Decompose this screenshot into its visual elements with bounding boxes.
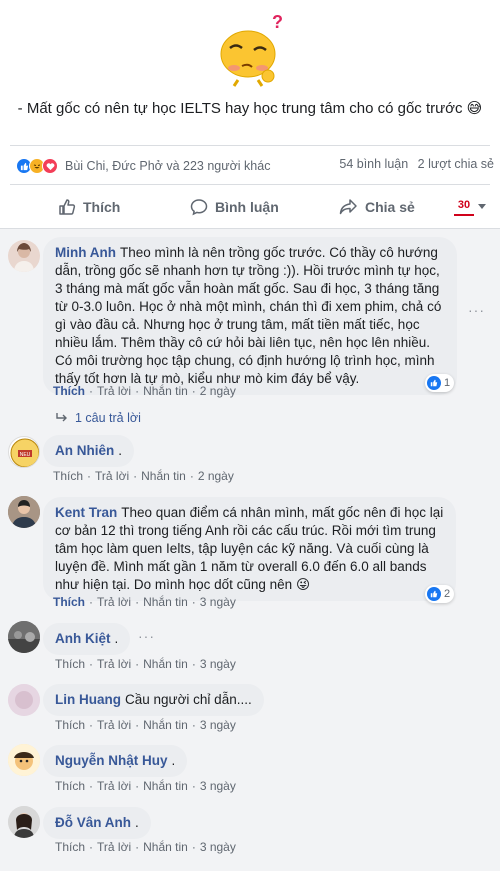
confused-emoji-icon: ? [220, 12, 283, 87]
comment-time[interactable]: 2 ngày [198, 469, 234, 483]
commenter-name[interactable]: Nguyễn Nhật Huy [55, 753, 168, 768]
like-reaction-icon [427, 587, 441, 601]
avatar[interactable] [8, 684, 40, 716]
avatar[interactable]: NEU [8, 436, 40, 468]
comment-text: . [135, 815, 139, 830]
avatar[interactable] [8, 621, 40, 653]
thumbs-up-icon [59, 199, 76, 215]
caret-down-icon [478, 203, 486, 209]
comment-like-link[interactable]: Thích [53, 469, 83, 483]
comment-meta: Thích · Trả lời · Nhắn tin · 3 ngày [55, 779, 236, 793]
comment-meta: Thích · Trả lời · Nhắn tin · 2 ngày [53, 384, 236, 398]
comment-button[interactable]: Bình luận [190, 194, 279, 220]
comment-time[interactable]: 3 ngày [200, 779, 236, 793]
view-replies-link[interactable]: 1 câu trả lời [55, 411, 141, 425]
divider [10, 145, 490, 146]
comment-like-link[interactable]: Thích [55, 779, 85, 793]
like-count-badge[interactable]: 2 [425, 585, 455, 603]
comment-reply-link[interactable]: Trả lời [97, 840, 131, 854]
divider [10, 184, 490, 185]
avatar[interactable] [8, 806, 40, 838]
comment-like-link[interactable]: Thích [53, 384, 85, 398]
avatar[interactable] [8, 496, 40, 528]
comment-message-link[interactable]: Nhắn tin [143, 657, 188, 671]
comment-bubble: Lin Huang Cầu người chỉ dẫn.... [43, 684, 264, 716]
like-button[interactable]: Thích [58, 194, 120, 220]
comment-reply-link[interactable]: Trả lời [97, 595, 131, 609]
reaction-summary[interactable]: Bùi Chi, Đức Phở và 223 người khác [16, 157, 270, 175]
more-dots-icon[interactable]: ··· [138, 628, 155, 644]
reply-arrow-icon [56, 413, 67, 422]
comment-like-link[interactable]: Thích [55, 657, 85, 671]
comment-meta: Thích · Trả lời · Nhắn tin · 2 ngày [53, 469, 234, 483]
comment-text: . [114, 631, 119, 646]
comment-like-link[interactable]: Thích [55, 718, 85, 732]
comment-bubble: Nguyễn Nhật Huy. [43, 745, 188, 777]
comment-like-link[interactable]: Thích [53, 595, 85, 609]
comment-text: Theo mình là nên trồng gốc trước. Có thầ… [55, 245, 442, 386]
comment-meta: Thích · Trả lời · Nhắn tin · 3 ngày [55, 657, 236, 671]
comment-text: . [171, 753, 176, 768]
more-dots-icon[interactable]: ··· [468, 302, 485, 318]
comment-like-link[interactable]: Thích [55, 840, 85, 854]
comment-time[interactable]: 3 ngày [200, 718, 236, 732]
reaction-names[interactable]: Bùi Chi, Đức Phở và 223 người khác [65, 159, 270, 173]
comment-bubble: Anh Kiệt. [43, 623, 131, 655]
replies-count: 1 câu trả lời [75, 411, 141, 425]
commenter-name[interactable]: Đỗ Vân Anh [55, 815, 131, 830]
like-count-badge[interactable]: 1 [425, 374, 455, 392]
share-icon [339, 199, 357, 215]
comment-reply-link[interactable]: Trả lời [97, 718, 131, 732]
comment-meta: Thích · Trả lời · Nhắn tin · 3 ngày [55, 718, 236, 732]
like-button-label: Thích [83, 199, 121, 215]
comment-icon [190, 199, 208, 216]
comment-button-label: Bình luận [215, 199, 279, 215]
comment-bubble: Đỗ Vân Anh. [43, 807, 151, 839]
comment-meta: Thích · Trả lời · Nhắn tin · 3 ngày [55, 840, 236, 854]
like-count: 1 [444, 377, 451, 389]
comment-message-link[interactable]: Nhắn tin [143, 384, 188, 398]
shares-count[interactable]: 2 lượt chia sẻ [418, 157, 494, 171]
comments-count[interactable]: 54 bình luận [339, 157, 408, 171]
like-reaction-icon [427, 376, 441, 390]
comment-reply-link[interactable]: Trả lời [97, 384, 131, 398]
comment-time[interactable]: 3 ngày [200, 840, 236, 854]
comment-text: . [118, 443, 123, 458]
page-logo: 30 [454, 196, 474, 216]
commenter-name[interactable]: Kent Tran [55, 505, 117, 520]
comment-bubble: Kent Tran Theo quan điểm cá nhân mình, mấ… [43, 497, 456, 601]
comment-message-link[interactable]: Nhắn tin [143, 840, 188, 854]
post-caption: - Mất gốc có nên tự học IELTS hay học tr… [17, 100, 483, 117]
action-bar: Thích Bình luận Chia sẻ 30 [0, 194, 500, 220]
commenter-name[interactable]: Minh Anh [55, 245, 116, 260]
comment-time[interactable]: 3 ngày [200, 657, 236, 671]
svg-text:NEU: NEU [20, 452, 31, 458]
comment-reply-link[interactable]: Trả lời [95, 469, 129, 483]
share-button-label: Chia sẻ [365, 199, 415, 215]
comment-reply-link[interactable]: Trả lời [97, 657, 131, 671]
love-reaction-icon [42, 158, 58, 174]
svg-text:?: ? [272, 12, 283, 32]
comment-text: Cầu người chỉ dẫn.... [125, 692, 252, 707]
share-button[interactable]: Chia sẻ [339, 194, 415, 220]
comment-bubble: An Nhiên. [43, 435, 135, 467]
comment-message-link[interactable]: Nhắn tin [141, 469, 186, 483]
comment-bubble: Minh Anh Theo mình là nên trồng gốc trước… [43, 237, 457, 395]
comment-message-link[interactable]: Nhắn tin [143, 779, 188, 793]
commenter-name[interactable]: An Nhiên [55, 443, 114, 458]
comment-reply-link[interactable]: Trả lời [97, 779, 131, 793]
comment-meta: Thích · Trả lời · Nhắn tin · 3 ngày [53, 595, 236, 609]
page-identity-selector[interactable]: 30 [454, 196, 486, 216]
comment-time[interactable]: 2 ngày [200, 384, 236, 398]
comment-time[interactable]: 3 ngày [200, 595, 236, 609]
like-count: 2 [444, 588, 451, 600]
comment-message-link[interactable]: Nhắn tin [143, 718, 188, 732]
commenter-name[interactable]: Anh Kiệt [55, 631, 111, 646]
avatar[interactable] [8, 240, 40, 272]
engagement-counts: 54 bình luận 2 lượt chia sẻ [333, 157, 494, 171]
comment-message-link[interactable]: Nhắn tin [143, 595, 188, 609]
avatar[interactable] [8, 744, 40, 776]
commenter-name[interactable]: Lin Huang [55, 692, 121, 707]
